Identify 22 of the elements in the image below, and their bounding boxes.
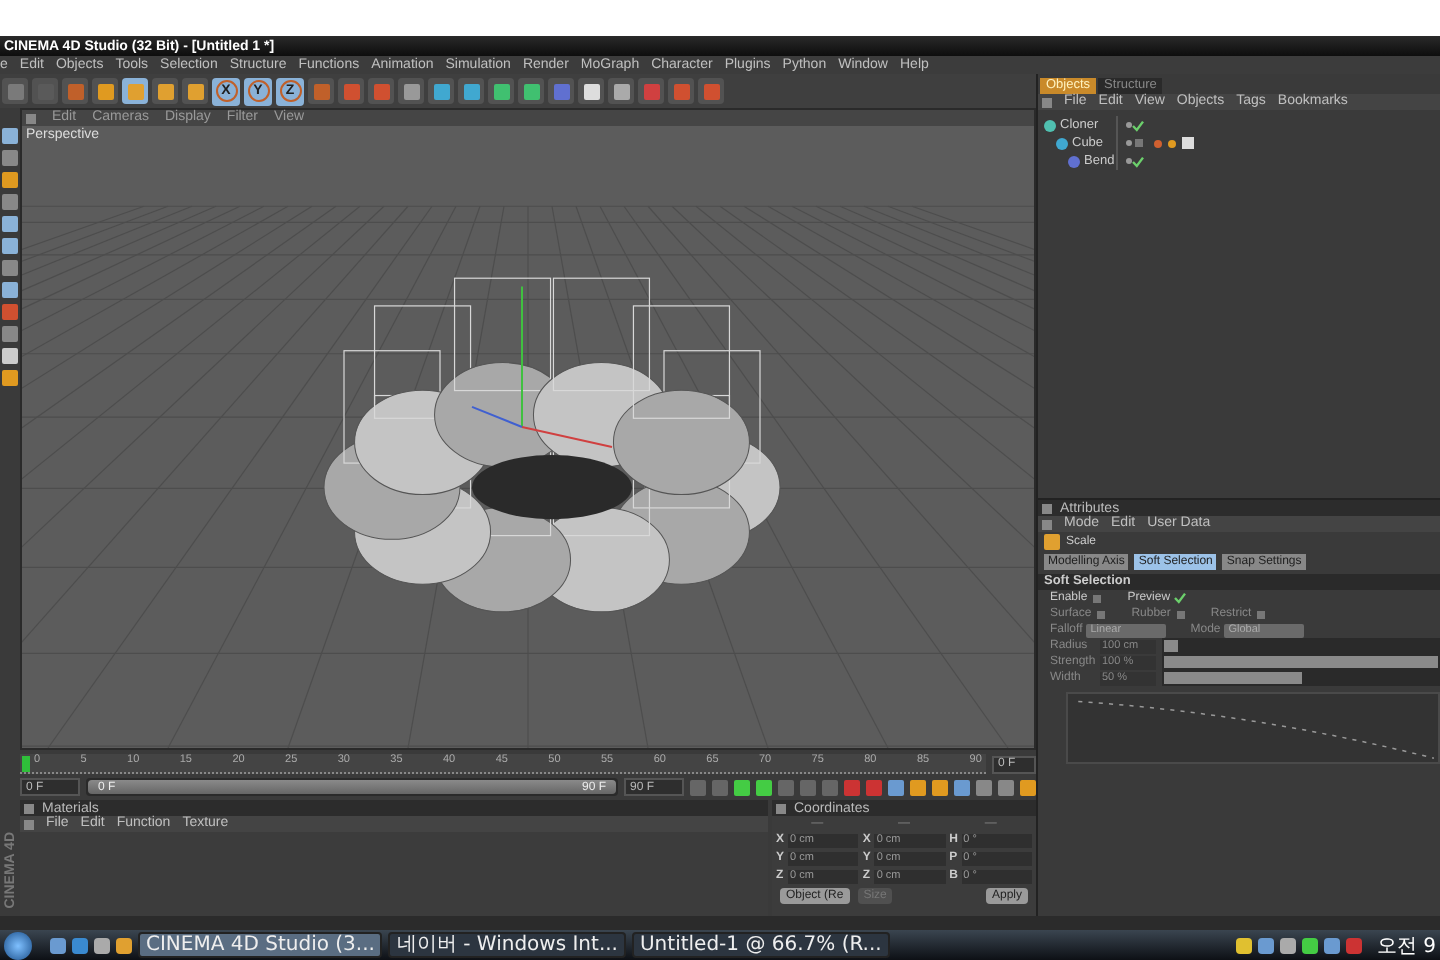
checkbox[interactable] bbox=[1091, 592, 1104, 604]
panel-icon bbox=[1042, 97, 1052, 107]
checkbox[interactable] bbox=[1132, 137, 1144, 149]
start-button[interactable] bbox=[4, 931, 32, 959]
checkbox[interactable] bbox=[1174, 608, 1187, 620]
clock: 오전 9 bbox=[1376, 933, 1436, 959]
slider-track[interactable] bbox=[1162, 670, 1440, 686]
taskbar-button[interactable]: Untitled-1 @ 66.7% (R... bbox=[631, 932, 890, 958]
checkbox[interactable] bbox=[1132, 155, 1144, 167]
checkbox[interactable] bbox=[1095, 608, 1108, 620]
visibility-dot[interactable] bbox=[1126, 140, 1132, 146]
axis-handle-icon bbox=[471, 285, 613, 449]
taskbar-button[interactable]: 네이버 - Windows Int... bbox=[388, 932, 626, 958]
taskbar-button[interactable]: CINEMA 4D Studio (3... bbox=[138, 932, 383, 958]
checkbox[interactable] bbox=[1174, 592, 1187, 604]
visibility-dot[interactable] bbox=[1126, 158, 1132, 164]
slider-track[interactable] bbox=[1162, 638, 1440, 654]
visibility-dot[interactable] bbox=[1126, 122, 1132, 128]
checkbox[interactable] bbox=[1255, 608, 1268, 620]
panel-icon bbox=[776, 803, 786, 813]
panel-icon bbox=[26, 113, 36, 123]
checkbox[interactable] bbox=[1132, 119, 1144, 131]
